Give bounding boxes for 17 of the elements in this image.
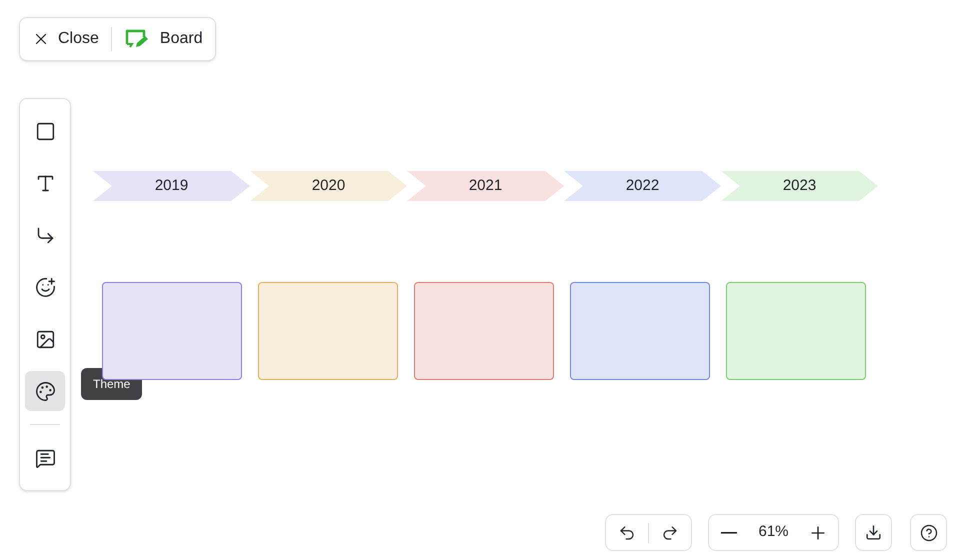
board-title: Board bbox=[160, 29, 203, 49]
smiley-plus-icon bbox=[34, 276, 56, 298]
undo-icon bbox=[618, 524, 636, 542]
help-button[interactable] bbox=[910, 514, 947, 551]
minus-icon bbox=[721, 532, 737, 534]
image-icon bbox=[34, 328, 56, 350]
help-icon bbox=[920, 524, 938, 542]
close-button[interactable]: Close bbox=[32, 27, 111, 51]
comment-icon bbox=[34, 448, 56, 468]
rectangle-icon bbox=[34, 120, 56, 142]
redo-icon bbox=[661, 524, 679, 542]
download-button[interactable] bbox=[855, 514, 892, 551]
board-icon bbox=[124, 28, 148, 50]
download-icon bbox=[865, 524, 882, 541]
palette-icon bbox=[34, 380, 56, 402]
zoom-level: 61% bbox=[758, 522, 789, 542]
tool-button[interactable] bbox=[25, 371, 65, 411]
